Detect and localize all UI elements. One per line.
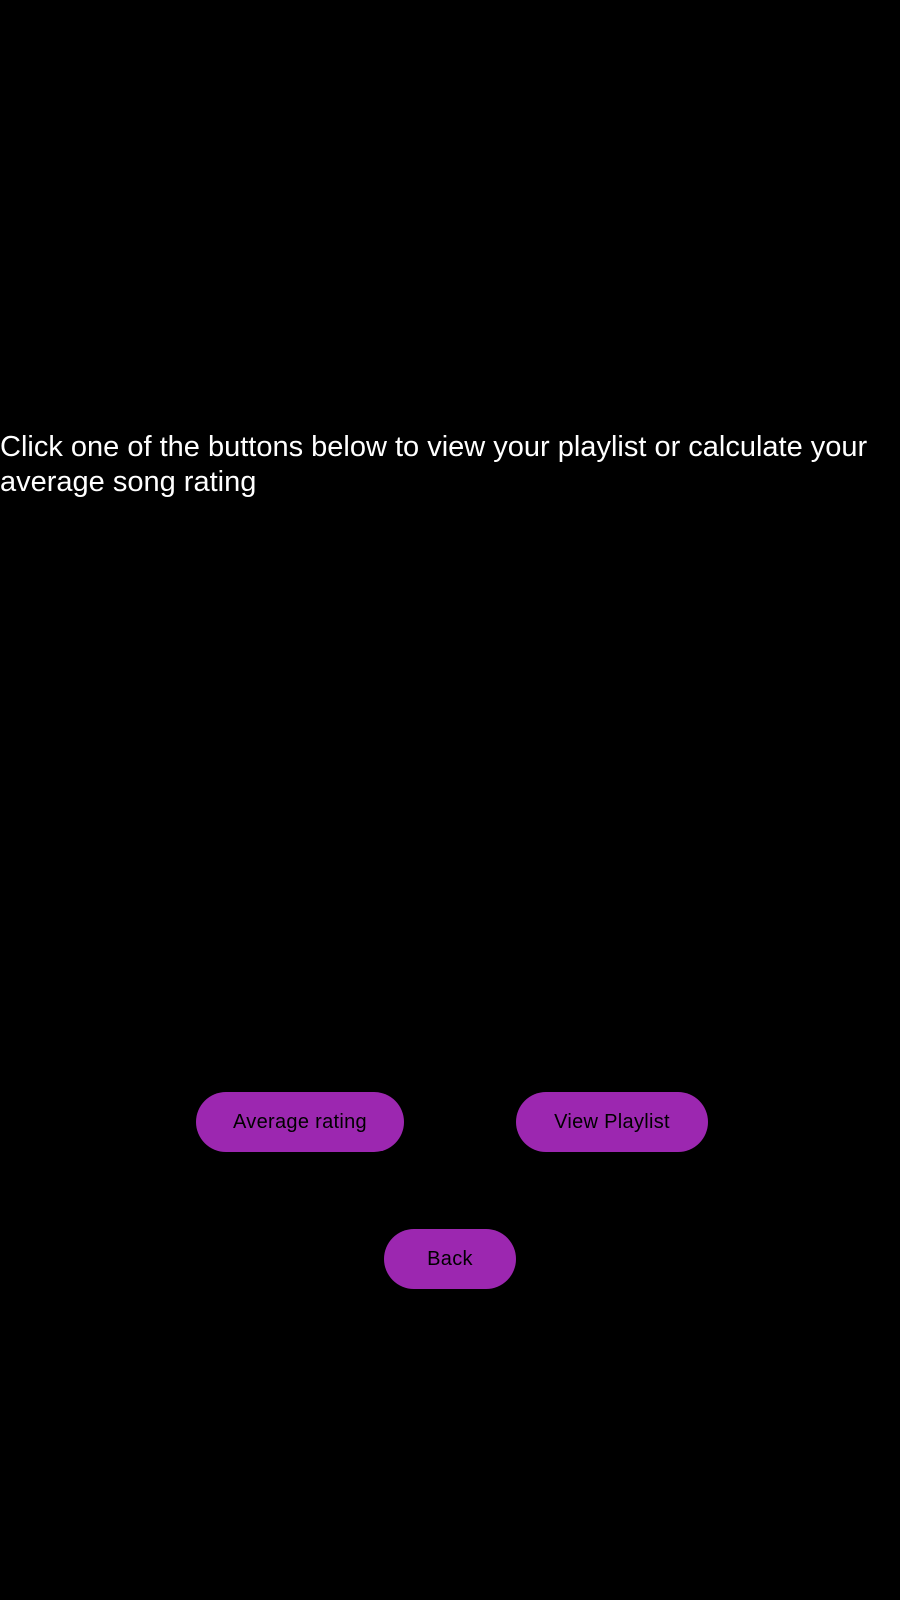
back-button[interactable]: Back bbox=[384, 1229, 516, 1289]
instruction-text: Click one of the buttons below to view y… bbox=[0, 431, 868, 498]
view-playlist-button[interactable]: View Playlist bbox=[516, 1092, 708, 1152]
average-rating-button[interactable]: Average rating bbox=[196, 1092, 404, 1152]
